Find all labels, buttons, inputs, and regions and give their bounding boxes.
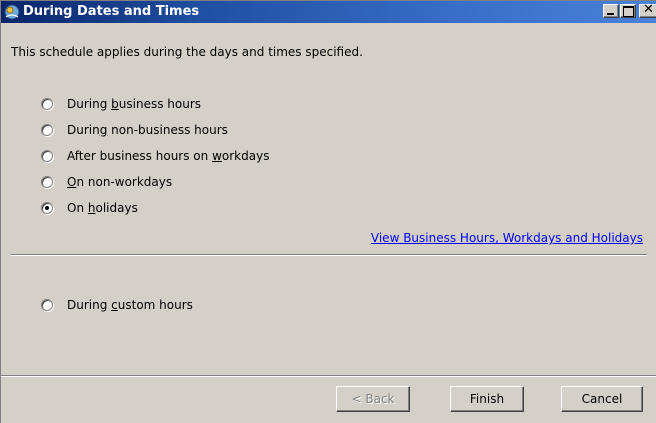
minimize-button[interactable]	[603, 4, 619, 18]
title-bar[interactable]: During Dates and Times ✕	[1, 1, 656, 23]
section-divider	[11, 254, 647, 256]
radio-button[interactable]	[41, 98, 53, 110]
radio-label: On holidays	[67, 201, 138, 215]
radio-business-hours[interactable]: During business hours	[41, 95, 201, 113]
radio-non-business-hours[interactable]: During non-business hours	[41, 121, 228, 139]
radio-custom-hours[interactable]: During custom hours	[41, 296, 193, 314]
radio-label: During business hours	[67, 97, 202, 111]
dialog-content: This schedule applies during the days an…	[1, 23, 656, 423]
radio-button[interactable]	[41, 150, 53, 162]
radio-after-hours-workdays[interactable]: After business hours on workdays	[41, 147, 269, 165]
intro-text: This schedule applies during the days an…	[11, 45, 363, 59]
radio-button[interactable]	[41, 124, 53, 136]
radio-button[interactable]	[41, 176, 53, 188]
back-button[interactable]: < Back	[336, 386, 410, 412]
finish-button[interactable]: Finish	[450, 386, 524, 412]
radio-label: During custom hours	[67, 298, 193, 312]
dialog-window: During Dates and Times ✕ This schedule a…	[0, 0, 656, 423]
radio-button-selected[interactable]	[41, 202, 53, 214]
window-title: During Dates and Times	[23, 4, 200, 19]
radio-label: On non-workdays	[67, 175, 173, 189]
radio-label: During non-business hours	[67, 123, 228, 137]
radio-button[interactable]	[41, 299, 53, 311]
schedule-app-icon	[4, 4, 20, 20]
view-business-hours-link[interactable]: View Business Hours, Workdays and Holida…	[371, 231, 643, 245]
radio-label: After business hours on workdays	[67, 149, 270, 163]
cancel-button[interactable]: Cancel	[561, 386, 643, 412]
radio-holidays[interactable]: On holidays	[41, 199, 138, 217]
close-icon: ✕	[643, 2, 654, 17]
radio-non-workdays[interactable]: On non-workdays	[41, 173, 172, 191]
maximize-button[interactable]	[620, 4, 636, 18]
close-button[interactable]: ✕	[639, 2, 656, 18]
button-bar-divider	[1, 375, 656, 377]
